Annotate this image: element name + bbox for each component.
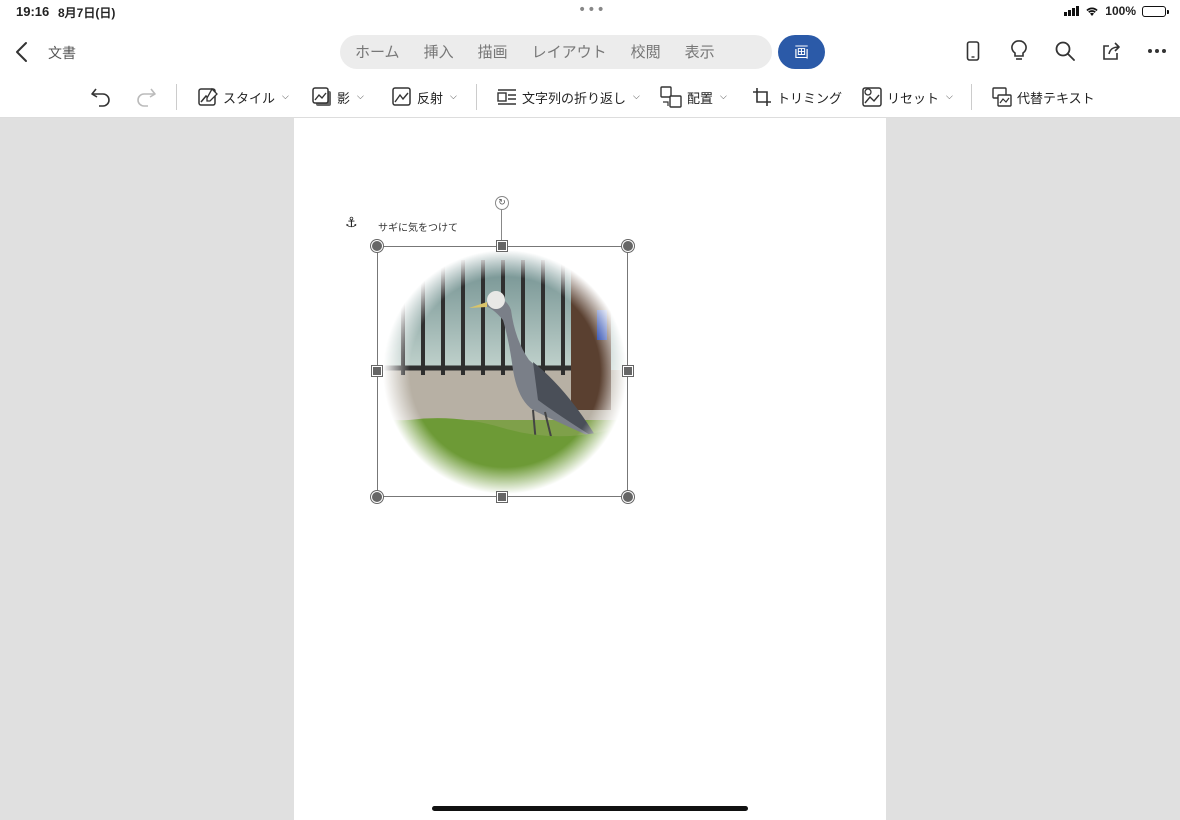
multitask-dots-icon[interactable]: ••• [578,3,606,17]
resize-handle-bottom-right[interactable] [622,491,634,503]
share-icon[interactable] [1098,38,1124,64]
picture-shadow-icon [312,87,331,106]
chevron-down-icon: ⌵ [633,92,640,102]
redo-icon[interactable] [135,85,157,107]
reflection-button[interactable]: 反射 ⌵ [392,84,457,110]
signal-icon [1064,6,1080,16]
resize-handle-bottom[interactable] [497,492,507,502]
tab-layout[interactable]: レイアウト [523,35,616,69]
alt-text-button[interactable]: 代替テキスト [992,84,1095,110]
chevron-down-icon: ⌵ [946,92,953,102]
battery-icon [1142,5,1169,17]
style-label: スタイル [223,91,276,107]
status-date: 8月7日(日) [58,6,116,20]
reflection-label: 反射 [417,91,444,107]
document-caption[interactable]: サギに気をつけて [378,219,458,234]
resize-handle-right[interactable] [623,366,633,376]
chevron-down-icon: ⌵ [282,92,289,102]
ribbon-tabs: ホーム 挿入 描画 レイアウト 校閲 表示 画像 [340,35,826,95]
tab-home[interactable]: ホーム [346,35,409,69]
wrap-text-button[interactable]: 文字列の折り返し ⌵ [497,84,640,110]
top-bar: 文書 ホーム 挿入 描画 レイアウト 校閲 表示 画像 [0,24,1180,95]
phone-icon[interactable] [960,38,986,64]
search-icon[interactable] [1052,38,1078,64]
back-icon[interactable] [12,40,32,64]
tab-review[interactable]: 校閲 [622,35,670,69]
wrap-text-icon [497,89,516,105]
tab-picture[interactable]: 画像 [778,35,826,95]
resize-handle-top[interactable] [497,241,507,251]
arrange-label: 配置 [687,91,714,107]
shadow-label: 影 [337,91,351,107]
picture-selection-frame [377,246,628,497]
reset-picture-icon [862,87,882,107]
status-bar: 19:16 8月7日(日) ••• 100% [0,0,1180,24]
alt-text-icon [992,87,1012,107]
wrap-text-label: 文字列の折り返し [522,91,627,107]
crop-button[interactable]: トリミング [752,84,842,110]
tab-view[interactable]: 表示 [676,35,724,69]
resize-handle-left[interactable] [372,366,382,376]
alt-text-label: 代替テキスト [1017,91,1095,107]
resize-handle-top-right[interactable] [622,240,634,252]
document-title[interactable]: 文書 [48,43,76,63]
style-button[interactable]: スタイル ⌵ [198,84,289,110]
shadow-button[interactable]: 影 ⌵ [312,84,364,110]
picture-style-icon [198,87,218,106]
tab-draw[interactable]: 描画 [469,35,517,69]
reset-label: リセット [887,91,940,107]
picture-ribbon: スタイル ⌵ 影 ⌵ 反射 ⌵ 文字列の折り返し ⌵ 配置 ⌵ トリミング リセット ⌵ 代… [0,76,1180,118]
status-time: 19:16 [16,4,50,19]
anchor-icon[interactable]: ⚓ [345,215,358,231]
crop-label: トリミング [777,91,843,107]
picture-reflection-icon [392,87,411,106]
resize-handle-bottom-left[interactable] [371,491,383,503]
reset-button[interactable]: リセット ⌵ [862,84,953,110]
lightbulb-icon[interactable] [1006,38,1032,64]
chevron-down-icon: ⌵ [720,92,727,102]
chevron-down-icon: ⌵ [450,92,457,102]
undo-icon[interactable] [90,85,112,107]
home-indicator[interactable] [432,806,748,811]
wifi-icon [1086,7,1098,16]
crop-icon [753,88,771,106]
battery-percent: 100% [1105,4,1136,18]
more-icon[interactable] [1144,38,1170,64]
arrange-icon [660,86,682,108]
chevron-down-icon: ⌵ [357,92,364,102]
resize-handle-top-left[interactable] [371,240,383,252]
arrange-button[interactable]: 配置 ⌵ [660,84,727,110]
rotate-handle-icon[interactable]: ↻ [495,196,509,210]
tab-insert[interactable]: 挿入 [415,35,463,69]
